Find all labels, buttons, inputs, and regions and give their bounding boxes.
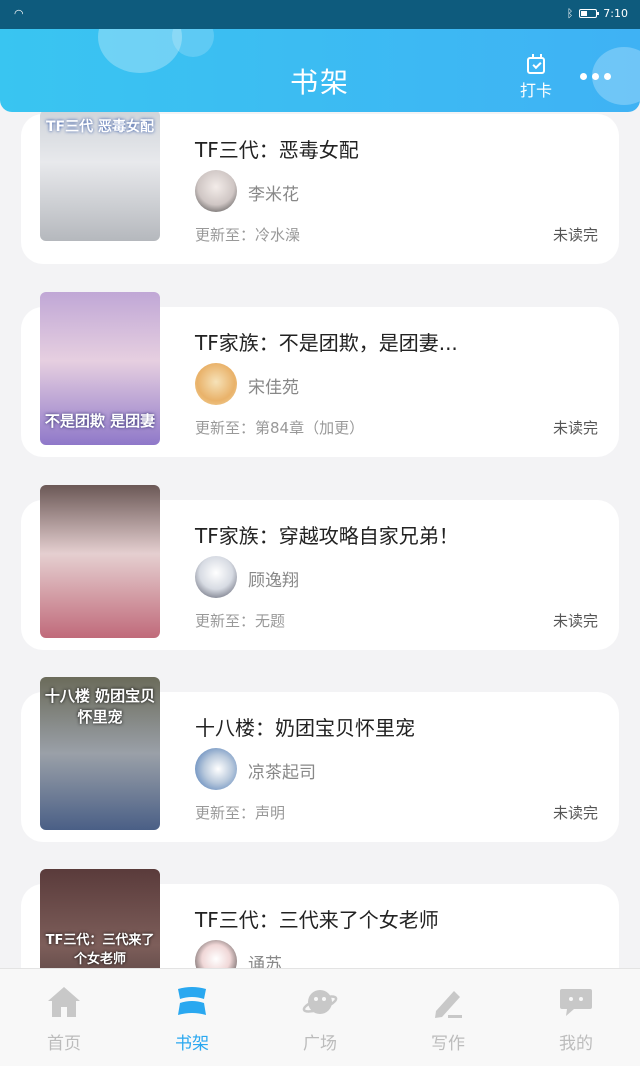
nav-home[interactable]: 首页 [0,969,128,1066]
author-avatar [195,940,237,968]
update-info: 更新至：声明 [195,804,286,822]
book-cover[interactable]: 十八楼 奶团宝贝怀里宠 [40,677,160,830]
more-dot-icon [592,73,599,80]
author-name: 凉茶起司 [248,763,316,783]
read-status: 未读完 [552,419,598,437]
book-title[interactable]: TF三代：三代来了个女老师 [195,904,439,933]
book-cover[interactable]: 不是团欺 是团妻 [40,292,160,445]
book-cover[interactable] [40,485,160,638]
read-status: 未读完 [552,804,598,822]
cover-text: 不是团欺 是团妻 [44,412,156,430]
cover-text: TF三代 恶毒女配 [46,119,154,135]
bookshelf-icon [178,987,206,1015]
nav-mine[interactable]: 我的 [512,969,640,1066]
cover-text: TF三代：三代来了个女老师 [45,933,155,967]
book-card[interactable]: TF三代：三代来了个女老师 TF三代：三代来了个女老师 诵苏 [21,869,619,968]
update-info: 更新至：无题 [195,612,286,630]
book-title[interactable]: TF家族：不是团欺，是团妻... [195,327,458,356]
decor-bubble [172,29,214,57]
author-avatar [195,556,237,598]
read-status: 未读完 [552,612,598,630]
nav-bookshelf[interactable]: 书架 [128,969,256,1066]
nav-label: 广场 [303,1034,337,1054]
more-button[interactable] [580,73,611,80]
app-header: 书架 打卡 [0,29,640,112]
book-title[interactable]: TF三代：恶毒女配 [195,134,359,163]
bottom-nav: 首页 书架 广场 写作 我的 [0,968,640,1066]
author-name: 诵苏 [248,955,282,968]
pen-icon [435,991,462,1018]
checkin-button[interactable]: 打卡 [516,54,556,101]
book-card[interactable]: 十八楼 奶团宝贝怀里宠 十八楼：奶团宝贝怀里宠 凉茶起司 更新至：声明 未读完 [21,677,619,842]
chat-bubble-icon [560,989,592,1016]
book-card[interactable]: TF三代 恶毒女配 TF三代：恶毒女配 李米花 更新至：冷水澡 未读完 [21,110,619,264]
more-dot-icon [580,73,587,80]
nav-label: 我的 [559,1034,593,1054]
bookshelf-list[interactable]: TF三代 恶毒女配 TF三代：恶毒女配 李米花 更新至：冷水澡 未读完 不是团欺… [0,0,640,968]
read-status: 未读完 [552,226,598,244]
book-title[interactable]: TF家族：穿越攻略自家兄弟！ [195,520,459,549]
more-dot-icon [604,73,611,80]
book-cover[interactable]: TF三代：三代来了个女老师 [40,869,160,968]
book-card[interactable]: 不是团欺 是团妻 TF家族：不是团欺，是团妻... 宋佳苑 更新至：第84章（加… [21,292,619,457]
nav-label: 写作 [431,1034,465,1054]
checkin-label: 打卡 [519,81,552,100]
author-avatar [195,748,237,790]
nav-label: 书架 [175,1034,209,1054]
update-info: 更新至：第84章（加更） [195,419,365,437]
nav-label: 首页 [47,1034,81,1054]
author-avatar [195,170,237,212]
planet-icon [302,990,338,1014]
author-avatar [195,363,237,405]
home-icon [48,987,80,1017]
update-info: 更新至：冷水澡 [195,226,301,244]
book-title[interactable]: 十八楼：奶团宝贝怀里宠 [195,712,415,741]
book-cover[interactable]: TF三代 恶毒女配 [40,110,160,241]
nav-square[interactable]: 广场 [256,969,384,1066]
book-card[interactable]: TF家族：穿越攻略自家兄弟！ 顾逸翔 更新至：无题 未读完 [21,485,619,650]
author-name: 李米花 [248,185,299,205]
author-name: 顾逸翔 [248,571,299,591]
calendar-check-icon [527,54,545,74]
author-name: 宋佳苑 [248,378,299,398]
cover-text: 十八楼 奶团宝贝怀里宠 [44,687,156,726]
nav-write[interactable]: 写作 [384,969,512,1066]
